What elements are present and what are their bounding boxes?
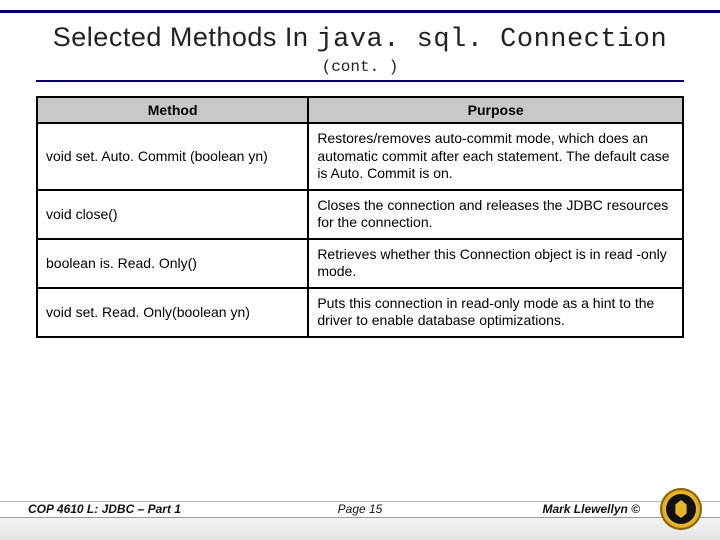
table-header-row: Method Purpose [37,97,683,123]
cell-purpose: Retrieves whether this Connection object… [308,239,683,288]
cell-method: void set. Read. Only(boolean yn) [37,288,308,337]
footer-right: Mark Llewellyn © [542,502,640,516]
slide: Selected Methods In java. sql. Connectio… [0,0,720,540]
table-row: boolean is. Read. Only() Retrieves wheth… [37,239,683,288]
cell-method: void set. Auto. Commit (boolean yn) [37,123,308,190]
title-rule [36,80,684,82]
cell-method: boolean is. Read. Only() [37,239,308,288]
table-row: void set. Auto. Commit (boolean yn) Rest… [37,123,683,190]
cell-method: void close() [37,190,308,239]
slide-subtitle: (cont. ) [0,58,720,76]
cell-purpose: Closes the connection and releases the J… [308,190,683,239]
slide-title: Selected Methods In java. sql. Connectio… [0,22,720,55]
title-prefix: Selected Methods In [53,22,317,52]
header-purpose: Purpose [308,97,683,123]
table-row: void set. Read. Only(boolean yn) Puts th… [37,288,683,337]
table-row: void close() Closes the connection and r… [37,190,683,239]
footer: COP 4610 L: JDBC – Part 1 Page 15 Mark L… [0,486,720,540]
cell-purpose: Restores/removes auto-commit mode, which… [308,123,683,190]
cell-purpose: Puts this connection in read-only mode a… [308,288,683,337]
title-mono: java. sql. Connection [316,25,667,55]
header-method: Method [37,97,308,123]
top-rule [0,10,720,13]
ucf-logo-icon [660,488,702,530]
footer-bar [0,517,720,540]
methods-table: Method Purpose void set. Auto. Commit (b… [36,96,684,338]
